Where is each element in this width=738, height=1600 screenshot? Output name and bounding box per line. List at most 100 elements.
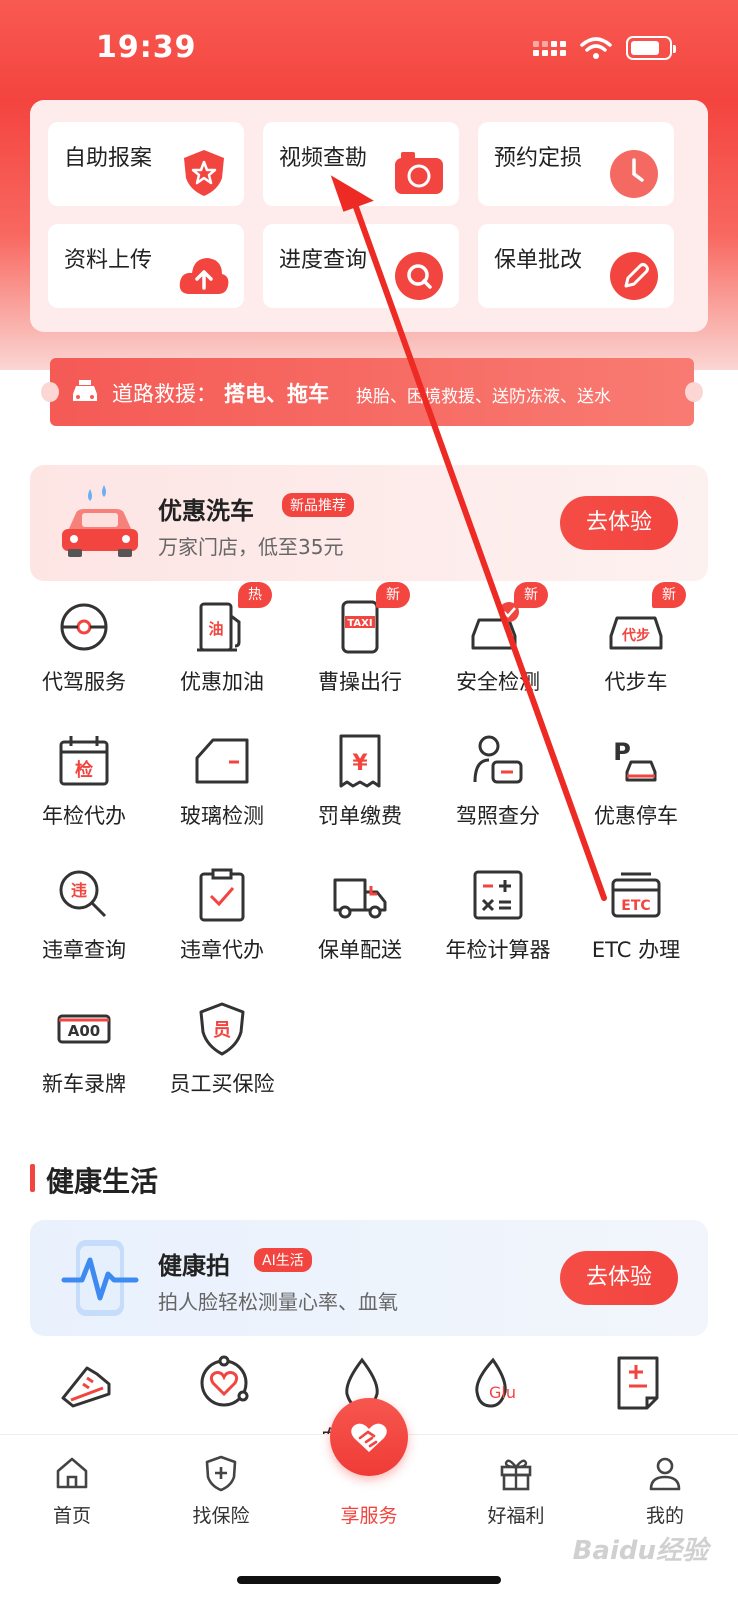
home-icon [56,1457,88,1489]
tool-loss-appointment[interactable]: 预约定损 [478,122,674,206]
calendar-check-icon: 检 [59,736,109,786]
health-photo-card[interactable]: 健康拍 AI生活 拍人脸轻松测量心率、血氧 去体验 [30,1220,708,1336]
violation-search-icon: 违 [59,870,107,918]
tool-progress-query[interactable]: 进度查询 [263,224,459,308]
svg-text:ETC: ETC [621,898,650,914]
tab-find-insurance[interactable]: 找保险 [166,1453,276,1528]
health-card-subtitle: 拍人脸轻松测量心率、血氧 [158,1290,398,1314]
handshake-heart-icon [351,1423,387,1452]
service-violation-search[interactable]: 违违章查询 [14,848,154,978]
health-card-title: 健康拍 [158,1252,230,1280]
cellular-signal-icon [533,40,566,56]
service-license-plate[interactable]: A00 新车录牌 [14,982,154,1112]
service-replacement-car[interactable]: 代步 代步车 新 [566,580,706,710]
tool-self-report[interactable]: 自助报案 [48,122,244,206]
service-label: 优惠加油 [180,670,264,694]
ticket-yuan-icon: ¥ [339,734,381,788]
tab-home[interactable]: 首页 [17,1453,127,1528]
service-license[interactable]: 驾照查分 [428,714,568,844]
service-label: 违章代办 [180,938,264,962]
svg-text:检: 检 [75,759,93,781]
clock-icon [610,150,658,198]
tool-video-survey[interactable]: 视频查勘 [263,122,459,206]
rescue-highlight: 搭电、拖车 [224,382,329,406]
tool-label: 资料上传 [64,248,153,273]
svg-text:代步: 代步 [621,627,650,644]
service-label: 违章查询 [42,938,126,962]
service-taxi-phone[interactable]: TAXI 曹操出行 新 [290,580,430,710]
svg-text:A00: A00 [68,1022,100,1040]
car-wash-try-button[interactable]: 去体验 [560,496,678,550]
services-center-button[interactable] [330,1398,408,1476]
camera-icon [395,152,443,194]
svg-text:¥: ¥ [352,751,368,776]
person-icon [649,1457,681,1491]
gift-icon [500,1459,532,1491]
service-label: 保单配送 [318,938,402,962]
service-tag-badge: 热 [238,582,272,608]
tool-label: 视频查勘 [279,146,368,171]
service-label: 曹操出行 [318,670,402,694]
service-calculator[interactable]: 年检计算器 [428,848,568,978]
tow-truck-icon [73,380,97,401]
tab-label: 好福利 [487,1505,545,1527]
banner-notch-left [41,382,59,402]
service-label: 优惠停车 [594,804,678,828]
tool-label: 预约定损 [494,146,583,171]
service-calendar-check[interactable]: 检年检代办 [14,714,154,844]
svg-text:P: P [613,738,631,766]
rescue-rest: 换胎、困境救援、送防冻液、送水 [356,387,611,407]
service-parking[interactable]: P 优惠停车 [566,714,706,844]
heart-cycle-icon [200,1355,249,1407]
service-employee-shield[interactable]: 员员工买保险 [152,982,292,1112]
tab-mine[interactable]: 我的 [610,1453,720,1528]
health-try-button[interactable]: 去体验 [560,1251,678,1305]
service-car-glass[interactable]: 玻璃检测 [152,714,292,844]
svg-text:TAXI: TAXI [347,618,372,629]
home-indicator[interactable] [237,1576,501,1584]
service-clipboard-check[interactable]: 违章代办 [152,848,292,978]
tab-label: 找保险 [192,1505,250,1527]
section-accent-bar [30,1164,35,1192]
rescue-prefix: 道路救援： [112,382,217,406]
calculator-icon [473,870,523,920]
car-wash-subtitle: 万家门店，低至35元 [158,535,344,559]
steering-wheel-icon [60,603,108,651]
tool-upload-docs[interactable]: 资料上传 [48,224,244,308]
service-delivery-truck[interactable]: 保单配送 [290,848,430,978]
service-label: 年检代办 [42,804,126,828]
license-icon [473,735,523,784]
car-wash-title: 优惠洗车 [158,497,254,525]
tool-policy-amend[interactable]: 保单批改 [478,224,674,308]
service-etc-card[interactable]: ETC ETC 办理 [566,848,706,978]
service-label: 年检计算器 [445,938,551,962]
service-label: 罚单缴费 [318,804,402,828]
service-car-check[interactable]: 安全检测 新 [428,580,568,710]
glucose-text: Glu [489,1383,516,1402]
quick-tools-card: 自助报案 视频查勘 预约定损 资料上传 进度查询 保单批改 [30,100,708,332]
service-fuel-pump[interactable]: 油优惠加油 热 [152,580,292,710]
service-label: 驾照查分 [456,804,540,828]
phone-heartbeat-icon [61,1240,139,1316]
road-rescue-banner[interactable]: 道路救援： 搭电、拖车 换胎、困境救援、送防冻液、送水 [41,358,703,426]
tab-benefits[interactable]: 好福利 [461,1453,571,1528]
banner-notch-right [685,382,703,402]
section-title: 健康生活 [46,1165,159,1198]
car-wash-card[interactable]: 优惠洗车 新品推荐 万家门店，低至35元 去体验 [30,465,708,581]
service-tag-badge: 新 [376,582,410,608]
svg-text:油: 油 [208,620,223,638]
svg-text:员: 员 [213,1020,231,1041]
service-label: 代驾服务 [42,670,126,694]
service-steering-wheel[interactable]: 代驾服务 [14,580,154,710]
service-ticket-yuan[interactable]: ¥ 罚单缴费 [290,714,430,844]
tab-label: 首页 [52,1505,91,1527]
cloud-upload-icon [179,258,229,294]
delivery-truck-icon [333,878,387,919]
status-time: 19:39 [96,30,197,65]
shield-plus-icon [205,1455,237,1492]
car-glass-icon [195,738,249,784]
tab-label: 享服务 [340,1505,398,1527]
wifi-icon [580,37,612,59]
service-tag-badge: 新 [652,582,686,608]
service-label: 安全检测 [456,670,540,694]
